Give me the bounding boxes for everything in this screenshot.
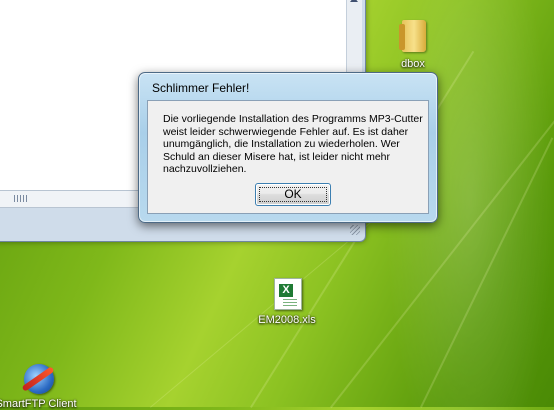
ok-button-label: OK <box>284 187 302 201</box>
scroll-up-icon[interactable] <box>350 0 358 2</box>
error-dialog[interactable]: Schlimmer Fehler! Die vorliegende Instal… <box>138 72 438 223</box>
desktop-icon-label: SmartFTP Client <box>0 398 77 410</box>
desktop-icon-dbox[interactable]: dbox <box>388 20 438 72</box>
dialog-title: Schlimmer Fehler! <box>152 81 250 95</box>
error-message: Die vorliegende Installation des Program… <box>163 113 423 175</box>
resize-grip-icon[interactable] <box>350 225 360 235</box>
scroll-grip-icon[interactable] <box>14 195 28 202</box>
desktop: { "dialog": { "title": "Schlimmer Fehler… <box>0 0 554 410</box>
excel-file-icon: X <box>274 278 302 310</box>
smartftp-icon <box>21 364 55 394</box>
dialog-body: Die vorliegende Installation des Program… <box>147 100 429 214</box>
ok-button[interactable]: OK <box>255 183 331 206</box>
folder-icon <box>399 20 426 52</box>
desktop-icon-label: EM2008.xls <box>258 314 316 326</box>
desktop-icon-smartftp[interactable]: SmartFTP Client <box>0 362 84 410</box>
desktop-icon-label: dbox <box>401 58 425 70</box>
desktop-icon-em2008[interactable]: X EM2008.xls <box>252 276 322 328</box>
wallpaper-vein <box>420 137 554 408</box>
